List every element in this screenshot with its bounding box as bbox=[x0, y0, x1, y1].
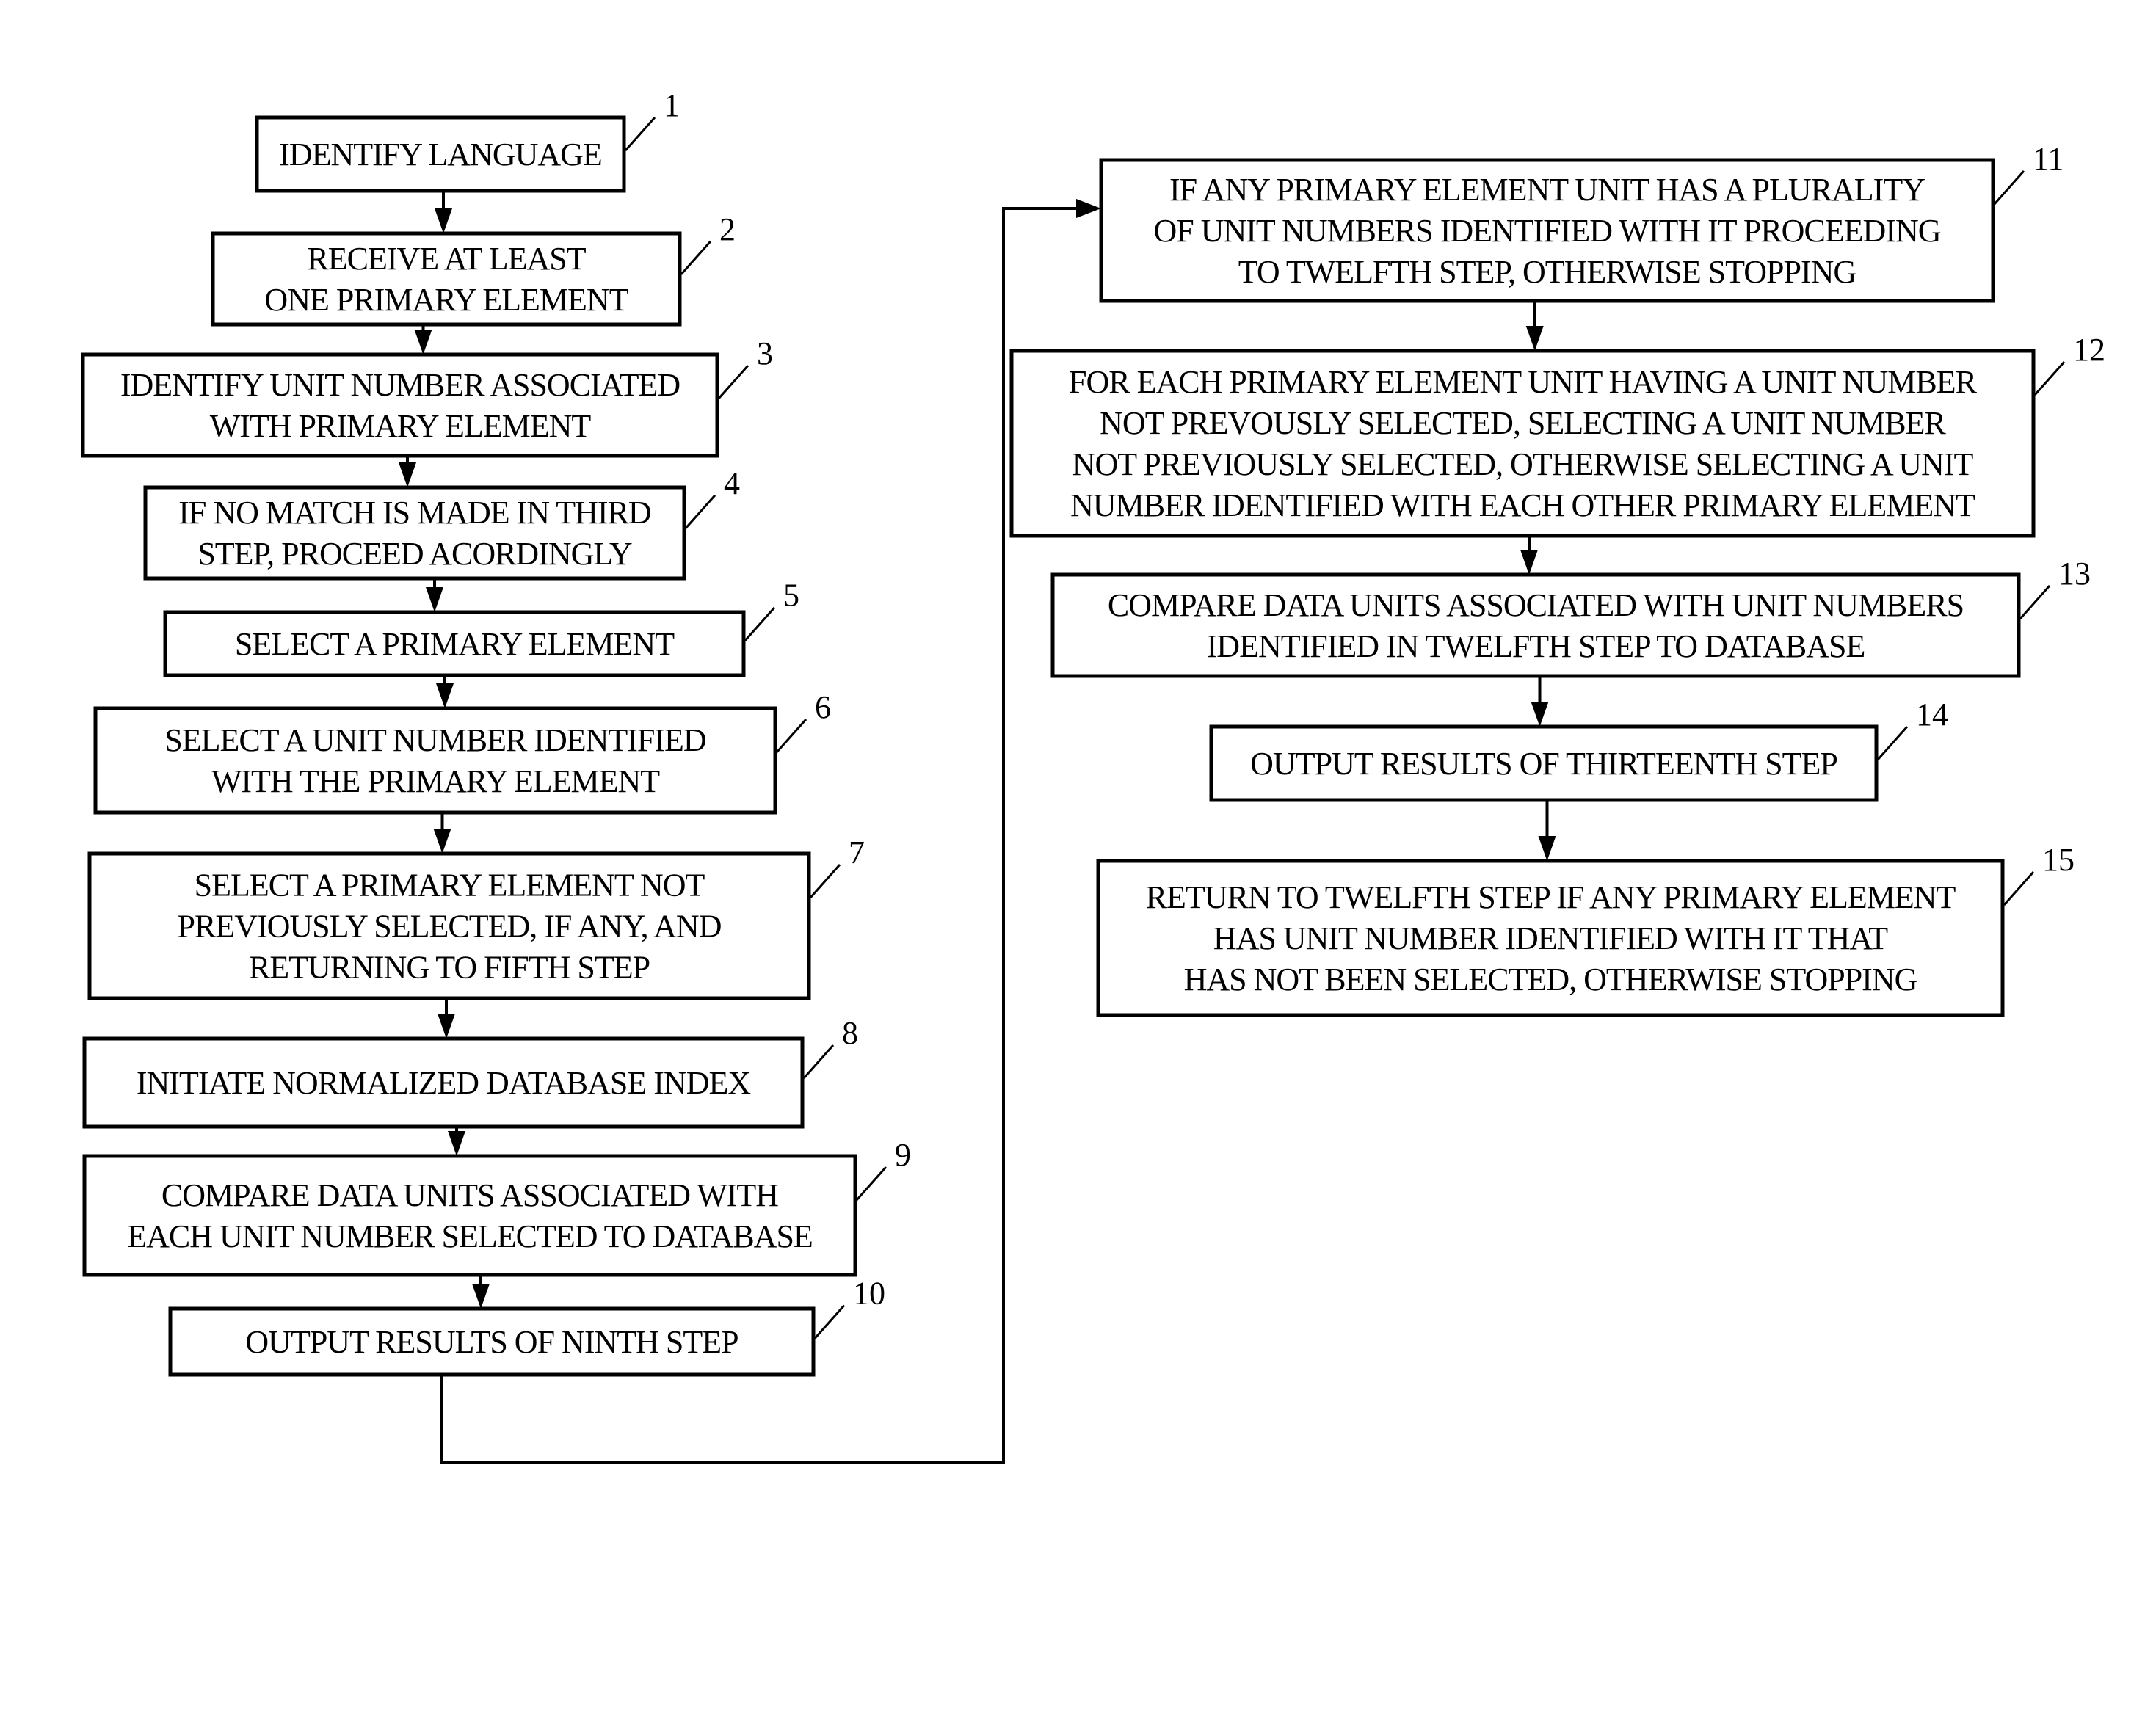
reference-number: 4 bbox=[724, 465, 740, 501]
step-text-line: SELECT A PRIMARY ELEMENT bbox=[235, 626, 675, 662]
step-text-line: ONE PRIMARY ELEMENT bbox=[264, 282, 628, 318]
reference-number: 1 bbox=[664, 87, 680, 123]
step-text-line: HAS UNIT NUMBER IDENTIFIED WITH IT THAT bbox=[1213, 920, 1888, 956]
reference-number: 2 bbox=[719, 211, 736, 247]
leader-line bbox=[802, 1044, 835, 1079]
step-text-line: NOT PREVIOUSLY SELECTED, OTHERWISE SELEC… bbox=[1072, 446, 1974, 482]
step-text-line: TO TWELFTH STEP, OTHERWISE STOPPING bbox=[1238, 254, 1856, 290]
leader-line bbox=[855, 1166, 888, 1201]
arrowhead-icon bbox=[472, 1284, 490, 1309]
reference-number: 15 bbox=[2042, 842, 2075, 878]
step-text-line: SELECT A PRIMARY ELEMENT NOT bbox=[195, 868, 705, 904]
step-11: IF ANY PRIMARY ELEMENT UNIT HAS A PLURAL… bbox=[1099, 141, 2064, 303]
step-15: RETURN TO TWELFTH STEP IF ANY PRIMARY EL… bbox=[1096, 842, 2075, 1017]
step-text-line: EACH UNIT NUMBER SELECTED TO DATABASE bbox=[127, 1218, 813, 1254]
step-text-line: PREVIOUSLY SELECTED, IF ANY, AND bbox=[178, 909, 722, 945]
step-text-line: OF UNIT NUMBERS IDENTIFIED WITH IT PROCE… bbox=[1153, 213, 1940, 249]
step-text-line: NUMBER IDENTIFIED WITH EACH OTHER PRIMAR… bbox=[1070, 487, 1975, 523]
arrowhead-icon bbox=[1520, 550, 1538, 575]
step-text-line: IDENTIFY LANGUAGE bbox=[279, 137, 602, 172]
step-14: OUTPUT RESULTS OF THIRTEENTH STEP 14 bbox=[1209, 697, 1948, 802]
arrowhead-icon bbox=[1538, 836, 1556, 861]
reference-number: 5 bbox=[783, 578, 799, 614]
step-text-line: WITH THE PRIMARY ELEMENT bbox=[211, 763, 660, 799]
leader-line bbox=[809, 864, 841, 898]
step-text-line: IF NO MATCH IS MADE IN THIRD bbox=[178, 495, 651, 531]
reference-number: 6 bbox=[815, 689, 831, 725]
step-text-line: RECEIVE AT LEAST bbox=[307, 241, 586, 277]
reference-number: 10 bbox=[853, 1276, 885, 1312]
step-2: RECEIVE AT LEAST ONE PRIMARY ELEMENT 2 bbox=[211, 211, 736, 327]
step-3: IDENTIFY UNIT NUMBER ASSOCIATED WITH PRIM… bbox=[81, 335, 773, 458]
step-12: FOR EACH PRIMARY ELEMENT UNIT HAVING A U… bbox=[1009, 332, 2105, 538]
step-text-line: IF ANY PRIMARY ELEMENT UNIT HAS A PLURAL… bbox=[1169, 172, 1925, 208]
leader-line bbox=[1993, 170, 2025, 205]
arrowhead-icon bbox=[399, 462, 416, 487]
arrowhead-icon bbox=[414, 330, 432, 355]
step-text-line: RETURN TO TWELFTH STEP IF ANY PRIMARY EL… bbox=[1146, 879, 1956, 915]
step-text-line: COMPARE DATA UNITS ASSOCIATED WITH bbox=[161, 1177, 778, 1213]
leader-line bbox=[2003, 871, 2035, 906]
step-text-line: SELECT A UNIT NUMBER IDENTIFIED bbox=[164, 722, 706, 758]
arrowhead-icon bbox=[1531, 702, 1549, 727]
arrowhead-icon bbox=[1525, 326, 1544, 351]
reference-number: 8 bbox=[842, 1015, 858, 1051]
step-13: COMPARE DATA UNITS ASSOCIATED WITH UNIT … bbox=[1050, 556, 2091, 678]
reference-number: 14 bbox=[1916, 697, 1948, 732]
arrowhead-icon bbox=[438, 1014, 455, 1039]
step-5: SELECT A PRIMARY ELEMENT 5 bbox=[163, 578, 799, 677]
step-text-line: OUTPUT RESULTS OF THIRTEENTH STEP bbox=[1250, 746, 1837, 782]
arrowhead-icon bbox=[436, 683, 454, 708]
leader-line bbox=[717, 365, 749, 399]
step-text-line: WITH PRIMARY ELEMENT bbox=[210, 408, 592, 444]
flowchart-diagram: IDENTIFY LANGUAGE 1 RECEIVE AT LEAST ONE PR… bbox=[81, 87, 2105, 1464]
arrowhead-icon bbox=[433, 829, 451, 854]
arrowhead-icon bbox=[426, 587, 443, 612]
leader-line bbox=[775, 719, 807, 753]
arrowhead-icon bbox=[448, 1131, 465, 1156]
leader-line bbox=[684, 494, 716, 529]
leader-line bbox=[2019, 585, 2051, 619]
step-text-line: STEP, PROCEED ACORDINGLY bbox=[197, 536, 632, 572]
step-text-line: COMPARE DATA UNITS ASSOCIATED WITH UNIT … bbox=[1108, 587, 1964, 623]
step-text-line: FOR EACH PRIMARY ELEMENT UNIT HAVING A U… bbox=[1069, 364, 1978, 400]
step-text-line: NOT PREVOUSLY SELECTED, SELECTING A UNIT… bbox=[1100, 405, 1946, 441]
step-text-line: HAS NOT BEEN SELECTED, OTHERWISE STOPPIN… bbox=[1184, 961, 1917, 997]
reference-number: 9 bbox=[895, 1137, 911, 1173]
step-boxes: IDENTIFY LANGUAGE 1 RECEIVE AT LEAST ONE PR… bbox=[81, 87, 2105, 1377]
leader-line bbox=[680, 240, 712, 275]
step-6: SELECT A UNIT NUMBER IDENTIFIED WITH THE … bbox=[93, 689, 831, 815]
step-text-line: IDENTIFY UNIT NUMBER ASSOCIATED bbox=[120, 367, 680, 403]
reference-number: 11 bbox=[2033, 141, 2064, 177]
reference-number: 7 bbox=[849, 835, 865, 870]
step-4: IF NO MATCH IS MADE IN THIRD STEP, PROCEE… bbox=[143, 465, 740, 581]
leader-line bbox=[744, 606, 776, 641]
arrowhead-icon bbox=[435, 208, 452, 233]
step-text-line: OUTPUT RESULTS OF NINTH STEP bbox=[245, 1324, 738, 1360]
leader-line bbox=[813, 1304, 846, 1339]
step-8: INITIATE NORMALIZED DATABASE INDEX 8 bbox=[82, 1015, 858, 1129]
step-text-line: RETURNING TO FIFTH STEP bbox=[249, 950, 650, 986]
step-7: SELECT A PRIMARY ELEMENT NOT PREVIOUSLY S… bbox=[87, 835, 865, 1000]
reference-number: 12 bbox=[2073, 332, 2105, 368]
step-1: IDENTIFY LANGUAGE 1 bbox=[255, 87, 680, 193]
step-9: COMPARE DATA UNITS ASSOCIATED WITH EACH U… bbox=[82, 1137, 911, 1277]
step-10: OUTPUT RESULTS OF NINTH STEP 10 bbox=[168, 1276, 885, 1377]
reference-number: 3 bbox=[757, 335, 773, 371]
leader-line bbox=[2033, 361, 2066, 396]
step-text-line: INITIATE NORMALIZED DATABASE INDEX bbox=[137, 1065, 750, 1101]
step-box bbox=[82, 1154, 857, 1277]
step-text-line: IDENTIFIED IN TWELFTH STEP TO DATABASE bbox=[1207, 628, 1865, 664]
reference-number: 13 bbox=[2058, 556, 2091, 592]
leader-line bbox=[1876, 726, 1909, 760]
leader-line bbox=[624, 117, 656, 151]
arrowhead-icon bbox=[1076, 199, 1101, 218]
